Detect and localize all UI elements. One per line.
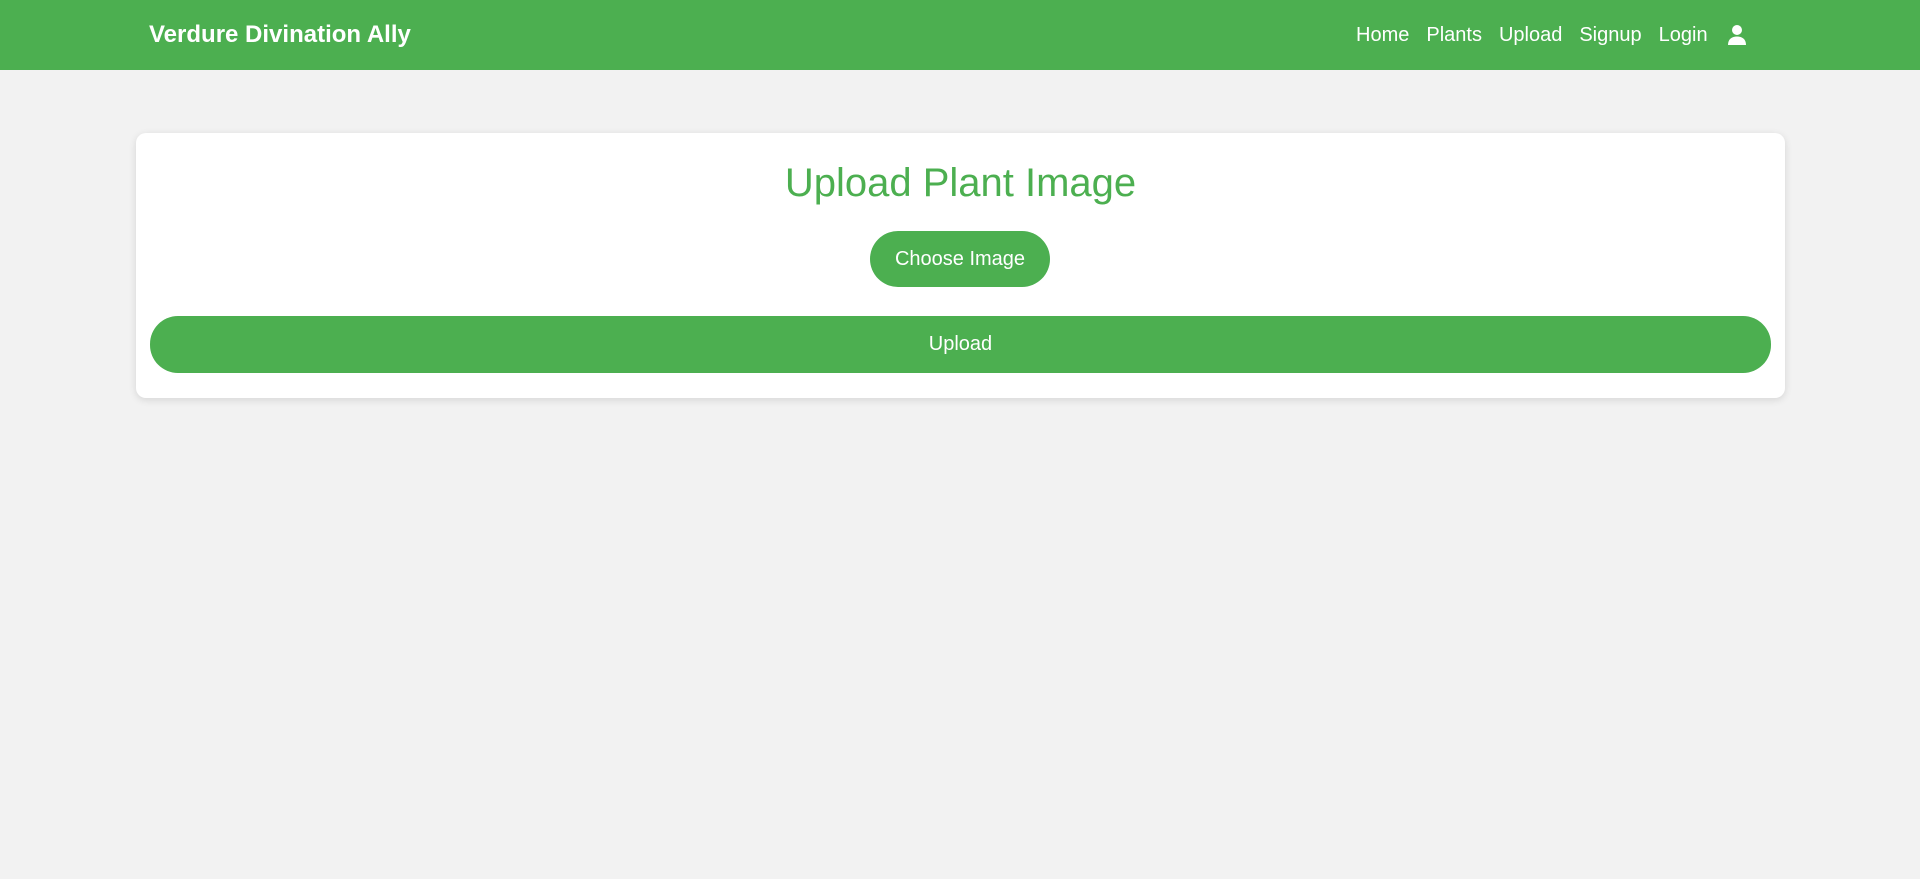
- nav-link-plants[interactable]: Plants: [1426, 22, 1482, 48]
- upload-card: Upload Plant Image Choose Image Upload: [136, 133, 1785, 398]
- site-brand[interactable]: Verdure Divination Ally: [149, 20, 411, 49]
- user-icon[interactable]: [1727, 24, 1747, 46]
- upload-button[interactable]: Upload: [150, 316, 1771, 373]
- page-title: Upload Plant Image: [784, 161, 1137, 205]
- user-icon-graphic: [1727, 25, 1746, 45]
- nav-link-signup[interactable]: Signup: [1579, 22, 1641, 48]
- nav-link-login[interactable]: Login: [1659, 22, 1708, 48]
- nav-link-upload[interactable]: Upload: [1499, 22, 1562, 48]
- choose-image-button[interactable]: Choose Image: [870, 231, 1050, 287]
- nav-links: Home Plants Upload Signup Login: [1356, 22, 1747, 48]
- navbar: Verdure Divination Ally Home Plants Uplo…: [0, 0, 1920, 70]
- nav-link-home[interactable]: Home: [1356, 22, 1409, 48]
